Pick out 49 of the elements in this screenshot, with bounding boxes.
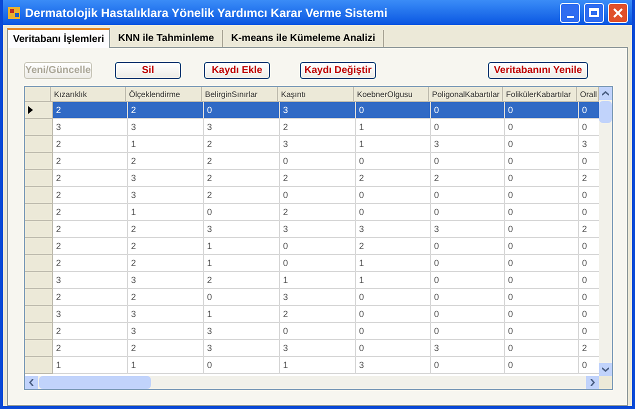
chevron-up-icon	[602, 91, 609, 96]
window-title: Dermatolojik Hastalıklara Yönelik Yardımcı Karar Verme Sistemi	[25, 4, 388, 22]
table-row[interactable]: 3 3 1 2 0 0 0 0	[25, 306, 599, 323]
table-cell: 3	[356, 357, 431, 374]
table-row[interactable]: 3 3 2 1 1 0 0 0	[25, 272, 599, 289]
table-row[interactable]: 2 1 0 2 0 0 0 0	[25, 204, 599, 221]
table-row[interactable]: 2 2 3 3 0 3 0 2	[25, 340, 599, 357]
table-row[interactable]: 2 2 3 3 3 3 0 2	[25, 221, 599, 238]
chevron-left-icon	[29, 379, 34, 386]
table-cell: 0	[505, 357, 579, 374]
table-cell: 0	[431, 357, 505, 374]
maximize-button[interactable]	[584, 2, 604, 22]
table-row[interactable]: 2 2 1 0 2 0 0 0	[25, 238, 599, 255]
close-icon	[613, 8, 623, 18]
table-cell: 1	[280, 357, 356, 374]
close-button[interactable]	[608, 2, 628, 22]
table-row[interactable]: 2 2 2 0 0 0 0 0	[25, 153, 599, 170]
table-row[interactable]: 2 3 2 0 0 0 0 0	[25, 187, 599, 204]
scrollbar-corner	[599, 376, 612, 389]
row-header[interactable]	[25, 102, 53, 119]
table-row[interactable]: 2 1 2 3 1 3 0 3	[25, 136, 599, 153]
action-button[interactable]: Sil	[115, 62, 181, 78]
action-button[interactable]: Kaydı Ekle	[204, 62, 270, 78]
table-row[interactable]: 2 3 3 0 0 0 0 0	[25, 323, 599, 340]
table-cell: 0	[204, 357, 280, 374]
table-row[interactable]: 2 3 2 2 2 2 0 2	[25, 170, 599, 187]
table-row[interactable]: 1 1 0 1 3 0 0 0	[25, 357, 599, 374]
scroll-thumb[interactable]	[599, 101, 612, 123]
tab[interactable]: Veritabanı İşlemleri	[7, 28, 110, 48]
table-row[interactable]: 2 2 0 3 0 0 0 0	[25, 102, 599, 119]
scroll-up-button[interactable]	[599, 87, 612, 100]
vertical-scrollbar[interactable]	[599, 87, 612, 376]
scroll-thumb[interactable]	[39, 376, 151, 389]
current-row-icon	[28, 106, 33, 114]
action-button[interactable]: Veritabanını Yenile	[488, 62, 588, 78]
scroll-left-button[interactable]	[25, 376, 38, 389]
scroll-right-button[interactable]	[586, 376, 599, 389]
chevron-right-icon	[590, 379, 595, 386]
action-button[interactable]: Kaydı Değiştir	[300, 62, 376, 78]
table-row[interactable]: 2 2 1 0 1 0 0 0	[25, 255, 599, 272]
horizontal-scrollbar[interactable]	[25, 376, 599, 389]
table-row[interactable]: 2 2 0 3 0 0 0 0	[25, 289, 599, 306]
minimize-button[interactable]	[560, 2, 580, 22]
table-cell: 1	[53, 357, 128, 374]
app-icon	[7, 6, 21, 20]
table-cell: 1	[128, 357, 204, 374]
chevron-down-icon	[602, 367, 609, 372]
table-row[interactable]: 3 3 3 2 1 0 0 0	[25, 119, 599, 136]
scroll-down-button[interactable]	[599, 363, 612, 376]
